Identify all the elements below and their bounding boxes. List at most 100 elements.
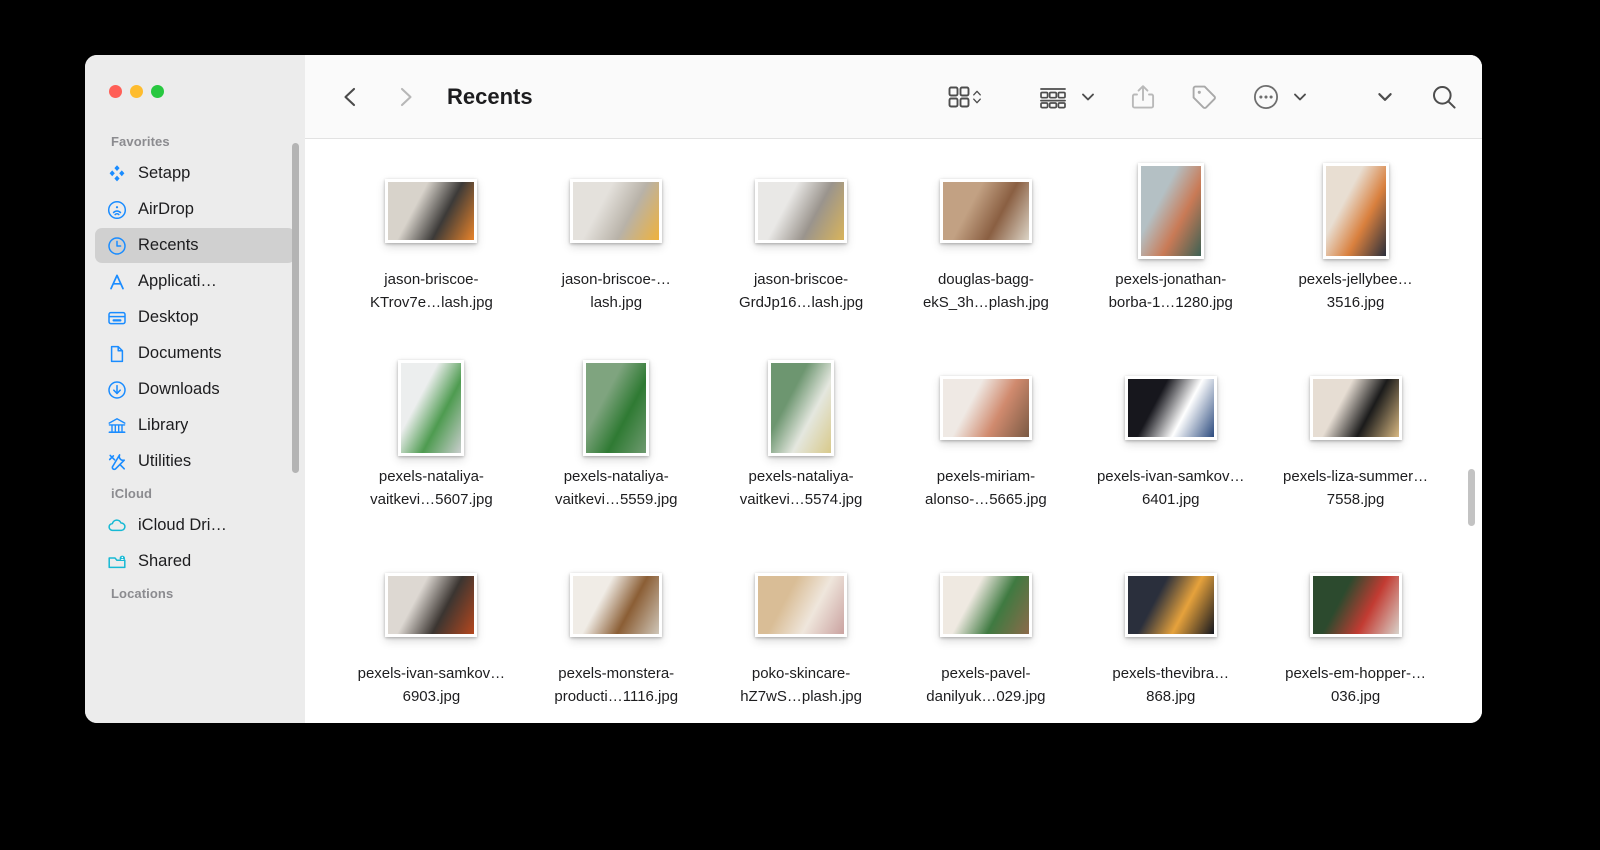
content-scrollbar[interactable] — [1468, 469, 1475, 526]
file-thumbnail[interactable] — [1322, 161, 1389, 261]
file-thumbnail[interactable] — [1124, 358, 1217, 458]
file-thumbnail[interactable] — [755, 161, 848, 261]
thumbnail-frame — [1124, 573, 1217, 637]
file-name-label: pexels-thevibra…868.jpg — [1112, 665, 1230, 705]
sidebar-section-header: Favorites — [111, 134, 170, 149]
tag-icon — [1192, 85, 1216, 109]
utilities-icon — [107, 452, 127, 472]
document-icon — [107, 344, 127, 364]
search-button[interactable] — [1430, 83, 1458, 111]
thumbnail-frame — [1124, 376, 1217, 440]
sidebar-item-library[interactable]: Library — [95, 408, 295, 443]
file-item[interactable]: pexels-nataliya-vaitkevi…5574.jpg — [709, 358, 894, 555]
sidebar-item-icloud-dri[interactable]: iCloud Dri… — [95, 508, 295, 543]
file-name-label: douglas-bagg-ekS_3h…plash.jpg — [922, 271, 1049, 311]
file-thumbnail[interactable] — [1309, 555, 1402, 655]
file-item[interactable]: pexels-pavel-danilyuk…029.jpg — [893, 555, 1078, 723]
search-icon — [1433, 85, 1456, 109]
sidebar-item-airdrop[interactable]: AirDrop — [95, 192, 295, 227]
chevron-down-icon — [1378, 92, 1392, 101]
thumbnail-image — [1325, 166, 1386, 256]
sidebar-item-label: Recents — [138, 236, 199, 254]
sidebar-scrollbar[interactable] — [292, 143, 299, 473]
thumbnail-image — [771, 363, 832, 453]
sidebar-item-label: AirDrop — [138, 200, 194, 218]
chevron-up-down-icon[interactable] — [972, 84, 982, 110]
file-item[interactable]: poko-skincare-hZ7wS…plash.jpg — [709, 555, 894, 723]
file-thumbnail[interactable] — [570, 161, 663, 261]
sidebar-item-downloads[interactable]: Downloads — [95, 372, 295, 407]
file-item[interactable]: pexels-em-hopper-…036.jpg — [1263, 555, 1448, 723]
file-name-label: poko-skincare-hZ7wS…plash.jpg — [740, 665, 862, 705]
file-item[interactable]: pexels-nataliya-vaitkevi…5559.jpg — [524, 358, 709, 555]
chevron-down-icon[interactable] — [1292, 89, 1308, 105]
thumbnail-frame — [570, 573, 663, 637]
sidebar-item-recents[interactable]: Recents — [95, 228, 295, 263]
file-thumbnail[interactable] — [939, 358, 1032, 458]
maximize-button[interactable] — [151, 85, 164, 98]
file-name-label: jason-briscoe-KTrov7e…lash.jpg — [369, 271, 493, 311]
file-item[interactable]: pexels-monstera-producti…1116.jpg — [524, 555, 709, 723]
toolbar-overflow-button[interactable] — [1376, 88, 1394, 106]
more-actions-control[interactable] — [1252, 83, 1308, 111]
file-item[interactable]: pexels-ivan-samkov…6903.jpg — [339, 555, 524, 723]
file-item[interactable]: pexels-nataliya-vaitkevi…5607.jpg — [339, 358, 524, 555]
sidebar-item-setapp[interactable]: Setapp — [95, 156, 295, 191]
group-by-control[interactable] — [1038, 84, 1096, 110]
desktop-icon — [107, 308, 127, 328]
file-item[interactable]: pexels-ivan-samkov…6401.jpg — [1078, 358, 1263, 555]
thumbnail-image — [942, 182, 1029, 240]
file-thumbnail[interactable] — [768, 358, 835, 458]
sidebar-item-label: iCloud Dri… — [138, 516, 227, 534]
file-thumbnail[interactable] — [1137, 161, 1204, 261]
file-thumbnail[interactable] — [570, 555, 663, 655]
file-thumbnail[interactable] — [939, 161, 1032, 261]
clock-icon — [107, 236, 127, 256]
file-thumbnail[interactable] — [385, 555, 478, 655]
ellipsis-circle-icon[interactable] — [1252, 83, 1280, 111]
sidebar-item-documents[interactable]: Documents — [95, 336, 295, 371]
file-thumbnail[interactable] — [1124, 555, 1217, 655]
thumbnail-image — [1140, 166, 1201, 256]
file-thumbnail[interactable] — [755, 555, 848, 655]
tag-button[interactable] — [1190, 83, 1218, 111]
sidebar-item-label: Library — [138, 416, 189, 434]
sidebar-item-desktop[interactable]: Desktop — [95, 300, 295, 335]
sidebar-section-header: iCloud — [111, 486, 153, 501]
sidebar-list: Favorites Setapp AirDrop Recents Applica… — [85, 98, 305, 607]
file-item[interactable]: jason-briscoe-GrdJp16…lash.jpg — [709, 161, 894, 358]
thumbnail-frame — [385, 573, 478, 637]
file-item[interactable]: pexels-thevibra…868.jpg — [1078, 555, 1263, 723]
thumbnail-image — [1127, 379, 1214, 437]
back-button[interactable] — [333, 80, 367, 114]
file-item[interactable]: pexels-jellybee…3516.jpg — [1263, 161, 1448, 358]
file-item[interactable]: jason-briscoe-KTrov7e…lash.jpg — [339, 161, 524, 358]
thumbnail-image — [573, 576, 660, 634]
file-item[interactable]: pexels-miriam-alonso-…5665.jpg — [893, 358, 1078, 555]
sidebar-item-shared[interactable]: Shared — [95, 544, 295, 579]
file-item[interactable]: douglas-bagg-ekS_3h…plash.jpg — [893, 161, 1078, 358]
file-name-label: pexels-nataliya-vaitkevi…5574.jpg — [739, 468, 863, 508]
view-mode-control[interactable] — [946, 84, 982, 110]
sidebar-item-label: Shared — [138, 552, 192, 570]
chevron-down-icon[interactable] — [1080, 89, 1096, 105]
sidebar-item-label: Utilities — [138, 452, 192, 470]
file-thumbnail[interactable] — [398, 358, 465, 458]
sidebar-item-utilities[interactable]: Utilities — [95, 444, 295, 479]
sidebar-item-applicati[interactable]: Applicati… — [95, 264, 295, 299]
forward-button[interactable] — [389, 80, 423, 114]
file-item[interactable]: pexels-jonathan-borba-1…1280.jpg — [1078, 161, 1263, 358]
file-thumbnail[interactable] — [939, 555, 1032, 655]
minimize-button[interactable] — [130, 85, 143, 98]
file-thumbnail[interactable] — [385, 161, 478, 261]
file-thumbnail[interactable] — [1309, 358, 1402, 458]
file-thumbnail[interactable] — [583, 358, 650, 458]
file-item[interactable]: pexels-liza-summer…7558.jpg — [1263, 358, 1448, 555]
close-button[interactable] — [109, 85, 122, 98]
file-name-label: jason-briscoe-…lash.jpg — [561, 271, 671, 311]
share-button[interactable] — [1130, 83, 1156, 111]
thumbnail-frame — [755, 179, 848, 243]
group-by-icon[interactable] — [1038, 84, 1068, 110]
file-item[interactable]: jason-briscoe-…lash.jpg — [524, 161, 709, 358]
icon-view-grid-icon[interactable] — [946, 84, 972, 110]
